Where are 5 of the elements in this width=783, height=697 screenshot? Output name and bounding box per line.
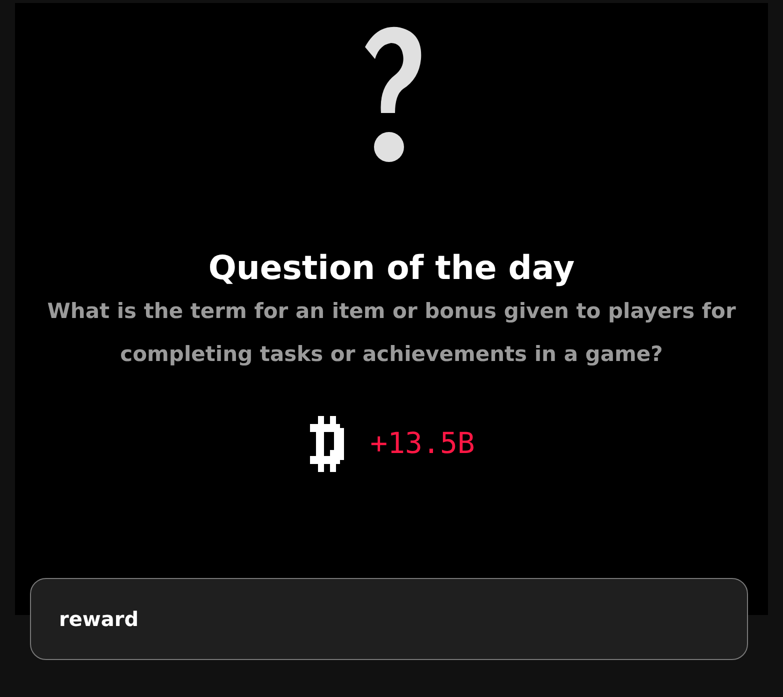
modal-title: Question of the day (208, 248, 575, 288)
coin-icon (308, 416, 346, 472)
reward-amount: +13.5B (370, 424, 475, 462)
question-text: What is the term for an item or bonus given to players for completing tasks or achievements in a game? (46, 298, 737, 368)
answer-field[interactable]: reward (30, 578, 748, 660)
